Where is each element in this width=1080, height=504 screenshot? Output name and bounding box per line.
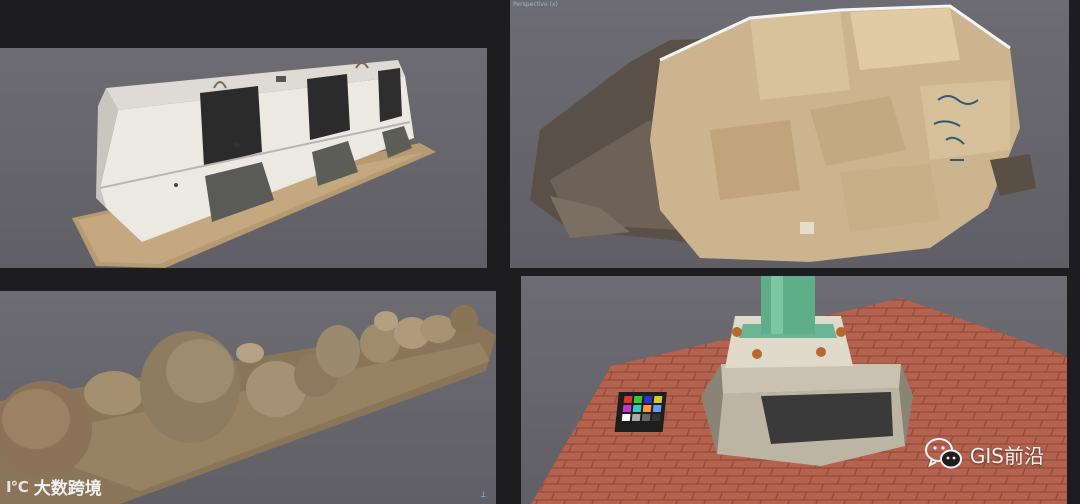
boulder-row-model-viewport: ⊥ [0,291,496,504]
watermark-logo: Ⅰ℃ [6,477,29,496]
boulder-row-model [0,305,496,504]
barrier-model-viewport [0,48,487,268]
watermark-right-text: GIS前沿 [969,443,1044,468]
green-pole [761,276,815,334]
viewer-label: Perspective (x) [513,1,558,8]
watermark-left: Ⅰ℃ 大数跨境 [6,474,102,500]
watermark-left-text: 大数跨境 [33,479,102,499]
watermark-right: GIS前沿 [924,436,1044,472]
rock-wall-model [530,4,1036,262]
wechat-icon [924,438,962,469]
rock-wall-model-viewport: Perspective (x) [510,0,1069,268]
barrier-model [72,60,436,268]
axis-indicator: ⊥ [480,490,486,500]
